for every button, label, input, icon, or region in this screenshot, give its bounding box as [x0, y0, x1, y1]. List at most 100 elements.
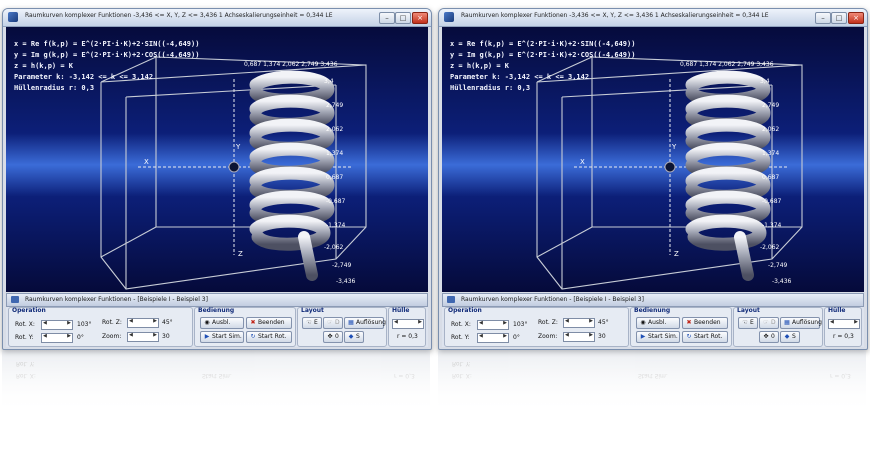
- hull-radius: Hüllenradius r: 0,3: [450, 84, 531, 92]
- formula-x: x = Re f(k,p) = E^(2·PI·i·K)+2·SIN((-4,6…: [14, 40, 200, 48]
- zoom-stepper[interactable]: [127, 332, 159, 342]
- layout-group: Layout ☜ E ☞ D ▦ Auflösung ✥ 0 ◆ S: [297, 307, 387, 347]
- rot-y-stepper[interactable]: [477, 333, 509, 343]
- document-title: Raumkurven komplexer Funktionen - [Beisp…: [461, 296, 644, 303]
- rot-y-stepper[interactable]: [41, 333, 73, 343]
- rot-z-stepper[interactable]: [563, 318, 595, 328]
- start-rot-button[interactable]: ↻ Start Rot.: [246, 331, 292, 343]
- close-x-icon: ✖: [686, 319, 692, 326]
- tick-label: 3,4: [760, 78, 770, 85]
- origin-marker: [228, 161, 240, 173]
- layout-0-label: 0: [335, 333, 339, 340]
- control-panel: Operation Rot. X: 103° Rot. Y: 0° Rot. Z…: [442, 307, 864, 347]
- maximize-button[interactable]: □: [831, 12, 847, 24]
- palette-icon: ◆: [348, 333, 354, 340]
- layout-header: Layout: [301, 307, 324, 314]
- bedienung-group: Bedienung ◉ Ausbl. ✖ Beenden ▶ Start Sim. ↻…: [194, 307, 296, 347]
- grid-icon: ▦: [784, 319, 790, 326]
- aufloesung-button[interactable]: ▦ Auflösung: [780, 317, 822, 329]
- 3d-view[interactable]: X Y Z 3,4 2,749 2,062 1,374 0,687 -0,687…: [442, 27, 864, 292]
- rotate-icon: ↻: [250, 333, 256, 340]
- huelle-group: Hülle r = 0,3: [388, 307, 426, 347]
- rot-z-stepper[interactable]: [127, 318, 159, 328]
- start-sim-button[interactable]: ▶ Start Sim.: [636, 331, 680, 343]
- origin-marker: [664, 161, 676, 173]
- layout-d-label: D: [771, 319, 776, 326]
- minimize-button[interactable]: –: [379, 12, 395, 24]
- beenden-label: Beenden: [258, 319, 285, 326]
- formula-z: z = h(k,p) = K: [450, 62, 510, 70]
- layout-s-button[interactable]: ◆ S: [344, 331, 364, 343]
- start-rot-label: Start Rot.: [694, 333, 723, 340]
- huelle-header: Hülle: [828, 307, 846, 314]
- start-rot-label: Start Rot.: [258, 333, 287, 340]
- tick-label: -3,436: [336, 278, 356, 285]
- formula-x: x = Re f(k,p) = E^(2·PI·i·K)+2·SIN((-4,6…: [450, 40, 636, 48]
- close-button[interactable]: ×: [848, 12, 864, 24]
- ausbl-button[interactable]: ◉ Ausbl.: [636, 317, 680, 329]
- layout-d-button[interactable]: ☞ D: [759, 317, 779, 329]
- tick-labels-top: 0,687 1,374 2,062 2,749 3,436: [680, 61, 774, 68]
- hull-radius: Hüllenradius r: 0,3: [14, 84, 95, 92]
- pointer-icon: ☞: [327, 319, 333, 326]
- layout-s-label: S: [356, 333, 360, 340]
- play-icon: ▶: [204, 333, 210, 340]
- rot-x-stepper[interactable]: [41, 320, 73, 330]
- tick-label: 0,687: [326, 174, 343, 181]
- layout-e-button[interactable]: ☜ E: [302, 317, 322, 329]
- palette-icon: ◆: [784, 333, 790, 340]
- rot-y-label: Rot. Y:: [15, 334, 34, 341]
- eye-icon: ◉: [640, 319, 646, 326]
- huelle-group: Hülle r = 0,3: [824, 307, 862, 347]
- layout-0-button[interactable]: ✥ 0: [759, 331, 779, 343]
- aufloesung-label: Auflösung: [356, 319, 386, 326]
- 3d-view[interactable]: X Y Z 3,4 2,749 2,062 1,374 0,687 -0,687…: [6, 27, 428, 292]
- start-sim-button[interactable]: ▶ Start Sim.: [200, 331, 244, 343]
- zoom-value: 30: [162, 333, 170, 340]
- tick-label: -2,062: [324, 244, 344, 251]
- operation-group: Operation Rot. X: 103° Rot. Y: 0° Rot. Z…: [8, 307, 193, 347]
- layout-d-button[interactable]: ☞ D: [323, 317, 343, 329]
- layout-e-label: E: [750, 319, 754, 326]
- start-rot-button[interactable]: ↻ Start Rot.: [682, 331, 728, 343]
- aufloesung-button[interactable]: ▦ Auflösung: [344, 317, 386, 329]
- huelle-header: Hülle: [392, 307, 410, 314]
- layout-s-button[interactable]: ◆ S: [780, 331, 800, 343]
- rot-x-value: 103°: [513, 321, 528, 328]
- rot-z-value: 45°: [598, 319, 609, 326]
- tick-label: -2,062: [760, 244, 780, 251]
- tick-label: -0,687: [326, 198, 346, 205]
- zoom-value: 30: [598, 333, 606, 340]
- x-axis-label: X: [580, 158, 585, 166]
- tick-label: -1,374: [326, 222, 346, 229]
- ausbl-button[interactable]: ◉ Ausbl.: [200, 317, 244, 329]
- tick-label: -2,749: [332, 262, 352, 269]
- formula-block: x = Re f(k,p) = E^(2·PI·i·K)+2·SIN((-4,6…: [14, 39, 199, 94]
- mirror-reflection: Rot. X: Rot. Y: Start Sim. r = 0,3 Rot. …: [0, 350, 870, 450]
- layout-e-button[interactable]: ☜ E: [738, 317, 758, 329]
- close-button[interactable]: ×: [412, 12, 428, 24]
- formula-block: x = Re f(k,p) = E^(2·PI·i·K)+2·SIN((-4,6…: [450, 39, 635, 94]
- hull-stepper[interactable]: [392, 319, 424, 329]
- bedienung-group: Bedienung ◉ Ausbl. ✖ Beenden ▶ Start Sim. ↻…: [630, 307, 732, 347]
- rot-x-stepper[interactable]: [477, 320, 509, 330]
- zoom-label: Zoom:: [102, 333, 122, 340]
- beenden-button[interactable]: ✖ Beenden: [246, 317, 292, 329]
- beenden-button[interactable]: ✖ Beenden: [682, 317, 728, 329]
- zoom-stepper[interactable]: [563, 332, 595, 342]
- hull-stepper[interactable]: [828, 319, 860, 329]
- minimize-button[interactable]: –: [815, 12, 831, 24]
- layout-0-button[interactable]: ✥ 0: [323, 331, 343, 343]
- zoom-label: Zoom:: [538, 333, 558, 340]
- tick-label: 3,4: [324, 78, 334, 85]
- formula-y: y = Im g(k,p) = E^(2·PI·i·K)+2·COS((-4,6…: [450, 51, 636, 59]
- aufloesung-label: Auflösung: [792, 319, 822, 326]
- operation-group: Operation Rot. X: 103° Rot. Y: 0° Rot. Z…: [444, 307, 629, 347]
- maximize-button[interactable]: □: [395, 12, 411, 24]
- tick-label: -0,687: [762, 198, 782, 205]
- app-window-right: Raumkurven komplexer Funktionen -3,436 <…: [438, 8, 868, 350]
- bedienung-header: Bedienung: [634, 307, 671, 314]
- hull-radius-value: r = 0,3: [397, 333, 418, 340]
- helix-coil: [249, 70, 335, 281]
- eye-icon: ◉: [204, 319, 210, 326]
